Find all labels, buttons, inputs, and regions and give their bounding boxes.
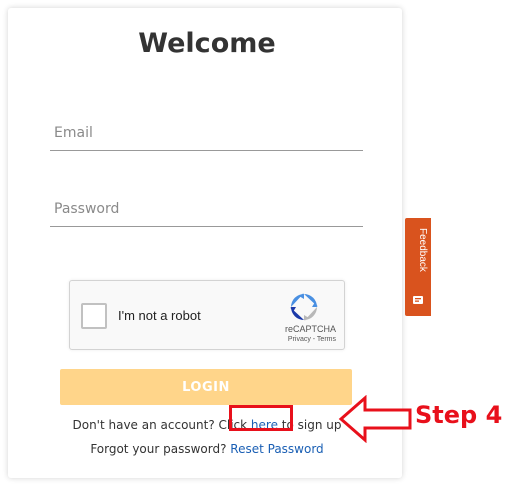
forgot-password-prompt: Forgot your password? Reset Password bbox=[0, 442, 414, 456]
recaptcha-brand: reCAPTCHA bbox=[284, 324, 336, 334]
feedback-icon bbox=[413, 296, 423, 304]
login-button[interactable]: LOGIN bbox=[60, 369, 352, 405]
annotation-highlight-box bbox=[229, 405, 293, 431]
signup-prefix-text: Don't have an account? Click bbox=[72, 418, 251, 432]
recaptcha-label: I'm not a robot bbox=[118, 308, 201, 323]
forgot-prefix-text: Forgot your password? bbox=[90, 442, 231, 456]
password-field[interactable] bbox=[50, 201, 367, 217]
step-label: Step 4 bbox=[415, 401, 503, 429]
recaptcha-checkbox[interactable] bbox=[81, 303, 107, 329]
recaptcha-widget: I'm not a robot reCAPTCHA Privacy - Term… bbox=[69, 280, 345, 350]
password-field-container bbox=[50, 200, 367, 227]
page-title: Welcome bbox=[138, 28, 276, 59]
recaptcha-terms-link[interactable]: Privacy - Terms bbox=[288, 336, 336, 343]
arrow-icon bbox=[338, 395, 412, 443]
email-field[interactable] bbox=[50, 125, 367, 141]
email-field-container bbox=[50, 124, 367, 151]
recaptcha-logo-icon bbox=[290, 293, 318, 321]
feedback-tab[interactable]: Feedback bbox=[405, 218, 431, 316]
reset-password-link[interactable]: Reset Password bbox=[230, 442, 323, 456]
feedback-label: Feedback bbox=[417, 228, 428, 272]
